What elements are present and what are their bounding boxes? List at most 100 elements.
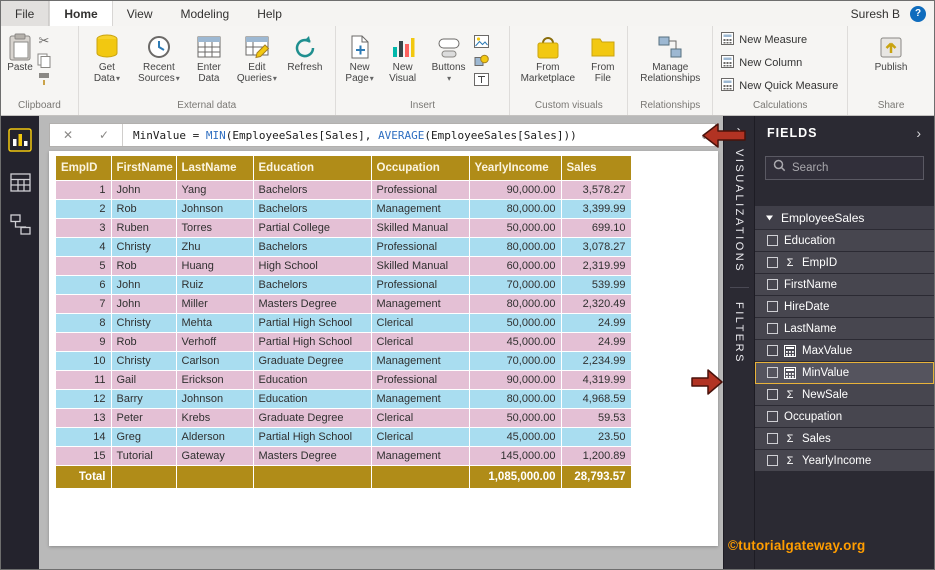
col-header-lastname[interactable]: LastName — [176, 156, 254, 181]
new-visual-button[interactable]: New Visual — [382, 30, 424, 86]
new-column-button[interactable]: New Column — [717, 52, 806, 73]
table-row[interactable]: 13 Peter Krebs Graduate Degree Clerical 50,00… — [56, 408, 632, 428]
tab-view[interactable]: View — [113, 1, 167, 26]
visualizations-collapsed-tab[interactable]: VISUALIZATIONS — [733, 149, 745, 273]
dax-formula-text[interactable]: MinValue = MIN(EmployeeSales[Sales], AVE… — [133, 129, 577, 142]
recent-sources-button[interactable]: Recent Sources▾ — [133, 30, 185, 86]
enter-data-button[interactable]: Enter Data — [187, 30, 231, 86]
model-view-icon[interactable] — [8, 212, 32, 236]
table-row[interactable]: 11 Gail Erickson Education Professional 90,00… — [56, 370, 632, 390]
from-marketplace-button[interactable]: From Marketplace — [515, 30, 581, 86]
field-checkbox[interactable] — [767, 411, 778, 422]
cell-empid: 12 — [56, 389, 112, 409]
field-item-empid[interactable]: Σ EmpID — [755, 252, 934, 274]
col-header-occupation[interactable]: Occupation — [371, 156, 470, 181]
shapes-icon[interactable] — [474, 52, 489, 68]
new-page-button[interactable]: New Page▾ — [340, 30, 380, 86]
field-checkbox[interactable] — [767, 345, 778, 356]
table-row[interactable]: 5 Rob Huang High School Skilled Manual 60,000… — [56, 256, 632, 276]
report-view-icon[interactable] — [8, 128, 32, 152]
table-row[interactable]: 12 Barry Johnson Education Management 80,000.… — [56, 389, 632, 409]
table-row[interactable]: 7 John Miller Masters Degree Management 80,00… — [56, 294, 632, 314]
cell-occupation: Management — [371, 199, 470, 219]
database-icon — [94, 32, 120, 62]
format-painter-icon[interactable] — [37, 71, 51, 87]
field-checkbox[interactable] — [767, 389, 778, 400]
fields-search[interactable] — [765, 156, 934, 180]
dax-formula-bar[interactable]: ✕ ✓ MinValue = MIN(EmployeeSales[Sales],… — [49, 123, 716, 147]
field-label: FirstName — [784, 278, 838, 291]
paste-button[interactable]: Paste — [5, 30, 35, 75]
new-quick-measure-button[interactable]: New Quick Measure — [717, 75, 842, 96]
signed-in-user[interactable]: Suresh B — [851, 7, 900, 21]
col-header-education[interactable]: Education — [253, 156, 372, 181]
field-item-education[interactable]: Education — [755, 230, 934, 252]
field-checkbox[interactable] — [767, 455, 778, 466]
table-row[interactable]: 10 Christy Carlson Graduate Degree Managemen… — [56, 351, 632, 371]
field-item-minvalue[interactable]: MinValue — [755, 362, 934, 384]
field-checkbox[interactable] — [767, 367, 778, 378]
from-marketplace-label1: From — [536, 62, 560, 73]
table-row[interactable]: 8 Christy Mehta Partial High School Clerical… — [56, 313, 632, 333]
col-header-yearlyincome[interactable]: YearlyIncome — [469, 156, 562, 181]
field-item-yearlyincome[interactable]: Σ YearlyIncome — [755, 450, 934, 472]
help-icon[interactable]: ? — [910, 5, 926, 22]
table-node-employeesales[interactable]: EmployeeSales — [755, 206, 934, 230]
field-checkbox[interactable] — [767, 279, 778, 290]
table-row[interactable]: 9 Rob Verhoff Partial High School Clerical 45… — [56, 332, 632, 352]
col-header-sales[interactable]: Sales — [561, 156, 632, 181]
cell-education: Partial High School — [253, 427, 372, 447]
from-file-button[interactable]: From File — [583, 30, 623, 86]
manage-relationships-button[interactable]: Manage Relationships — [632, 30, 708, 86]
field-item-sales[interactable]: Σ Sales — [755, 428, 934, 450]
get-data-button[interactable]: Get Data▾ — [83, 30, 131, 86]
table-row[interactable]: 1 John Yang Bachelors Professional 90,000.00 3… — [56, 180, 632, 200]
table-row[interactable]: 15 Tutorial Gateway Masters Degree Managemen… — [56, 446, 632, 466]
field-checkbox[interactable] — [767, 257, 778, 268]
field-item-hiredate[interactable]: HireDate — [755, 296, 934, 318]
ribbon-group-custom-visuals: From Marketplace From File Custom visuals — [510, 26, 629, 115]
field-checkbox[interactable] — [767, 323, 778, 334]
field-item-newsale[interactable]: Σ NewSale — [755, 384, 934, 406]
formula-commit-icon[interactable]: ✓ — [86, 128, 122, 142]
col-header-empid[interactable]: EmpID — [56, 156, 112, 181]
field-item-lastname[interactable]: LastName — [755, 318, 934, 340]
publish-button[interactable]: Publish — [866, 30, 916, 75]
data-view-icon[interactable] — [8, 170, 32, 194]
collapse-fields-chevron-icon[interactable]: › — [916, 125, 922, 141]
new-measure-button[interactable]: New Measure — [717, 29, 811, 50]
field-item-maxvalue[interactable]: MaxValue — [755, 340, 934, 362]
cut-icon[interactable]: ✂ — [37, 33, 51, 49]
employee-sales-table-visual[interactable]: EmpID FirstName LastName Education Occup… — [56, 156, 632, 489]
field-checkbox[interactable] — [767, 235, 778, 246]
field-item-occupation[interactable]: Occupation — [755, 406, 934, 428]
tab-home[interactable]: Home — [49, 1, 113, 26]
table-row[interactable]: 3 Ruben Torres Partial College Skilled Manua… — [56, 218, 632, 238]
filters-collapsed-tab[interactable]: FILTERS — [733, 302, 745, 364]
image-icon[interactable] — [473, 33, 489, 49]
table-row[interactable]: 4 Christy Zhu Bachelors Professional 80,000.0… — [56, 237, 632, 257]
refresh-button[interactable]: Refresh — [283, 30, 327, 75]
text-box-icon[interactable] — [473, 71, 489, 87]
copy-icon[interactable] — [37, 52, 51, 68]
tab-help[interactable]: Help — [243, 1, 296, 26]
cell-sales: 24.99 — [561, 313, 632, 333]
formula-end: (EmployeeSales[Sales])) — [424, 128, 577, 142]
col-header-firstname[interactable]: FirstName — [111, 156, 177, 181]
table-row[interactable]: 14 Greg Alderson Partial High School Clerica… — [56, 427, 632, 447]
edit-queries-label1: Edit — [248, 62, 266, 73]
buttons-button[interactable]: Buttons ▾ — [426, 30, 472, 86]
table-row[interactable]: 6 John Ruiz Bachelors Professional 70,000.00 5… — [56, 275, 632, 295]
tab-modeling[interactable]: Modeling — [166, 1, 243, 26]
search-input[interactable] — [792, 162, 934, 174]
field-checkbox[interactable] — [767, 301, 778, 312]
cell-firstname: John — [111, 180, 177, 200]
tab-file[interactable]: File — [1, 1, 50, 26]
recent-sources-label1: Recent — [143, 62, 175, 73]
field-item-firstname[interactable]: FirstName — [755, 274, 934, 296]
cell-sales: 539.99 — [561, 275, 632, 295]
formula-cancel-icon[interactable]: ✕ — [50, 128, 86, 142]
edit-queries-button[interactable]: Edit Queries▾ — [233, 30, 281, 86]
table-row[interactable]: 2 Rob Johnson Bachelors Management 80,000.00 3… — [56, 199, 632, 219]
field-checkbox[interactable] — [767, 433, 778, 444]
